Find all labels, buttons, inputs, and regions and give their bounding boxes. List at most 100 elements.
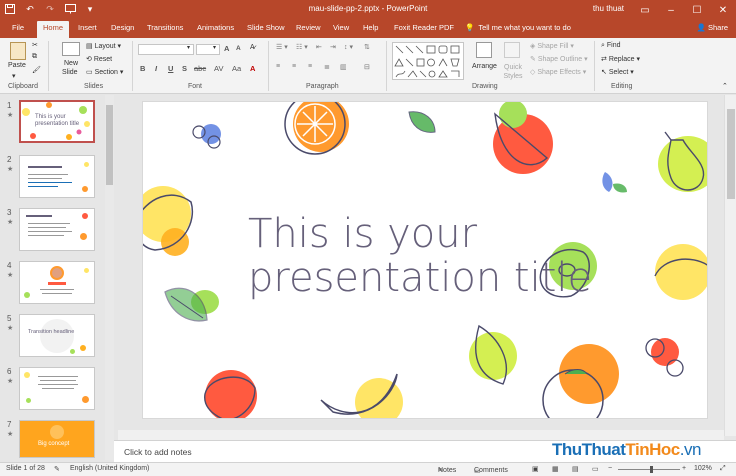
bullets-icon[interactable]: ☰ ▾	[276, 43, 288, 51]
font-name-input[interactable]	[138, 44, 194, 55]
collapse-ribbon-icon[interactable]: ⌃	[722, 82, 728, 90]
shape-outline-button[interactable]: ✎ Shape Outline ▾	[530, 55, 588, 63]
section-button[interactable]: ▭ Section ▾	[86, 68, 123, 76]
slide-vertical-scrollbar[interactable]	[724, 95, 736, 436]
line-spacing-icon[interactable]: ↕ ▾	[344, 43, 353, 51]
paste-icon[interactable]	[10, 42, 26, 60]
find-button[interactable]: ⌕ Find	[601, 42, 621, 50]
maximize-icon[interactable]: ☐	[684, 0, 710, 20]
zoom-level[interactable]: 102%	[694, 465, 712, 472]
font-color-button[interactable]: A	[250, 64, 255, 73]
tab-transitions[interactable]: Transitions	[147, 23, 183, 32]
close-icon[interactable]: ✕	[710, 0, 736, 20]
reset-button[interactable]: ⟲ Reset	[86, 55, 112, 63]
fit-slide-icon[interactable]: ⤢	[720, 465, 726, 473]
bold-button[interactable]: B	[140, 64, 145, 73]
font-size-input[interactable]	[196, 44, 220, 55]
effects-icon: ◇	[530, 69, 536, 76]
slide-thumbnail-5[interactable]: Transition headline	[19, 314, 95, 357]
lightbulb-icon: 💡	[465, 23, 475, 32]
tab-review[interactable]: Review	[296, 23, 321, 32]
arrange-icon[interactable]	[476, 42, 492, 58]
new-slide-label-1[interactable]: New	[64, 60, 78, 67]
select-button[interactable]: ↖ Select ▾	[601, 68, 634, 76]
paint-bucket-icon: ◈	[530, 43, 536, 50]
current-slide[interactable]: This is your presentation title	[142, 101, 708, 419]
shape-effects-button[interactable]: ◇ Shape Effects ▾	[530, 68, 586, 76]
new-slide-icon[interactable]	[62, 42, 80, 56]
text-direction-icon[interactable]: ⇅	[364, 43, 370, 51]
tab-home[interactable]: Home	[37, 21, 70, 38]
align-text-icon[interactable]: ⊟	[364, 63, 370, 71]
tab-foxit-reader-pdf[interactable]: Foxit Reader PDF	[394, 23, 454, 32]
zoom-slider-thumb[interactable]	[650, 466, 653, 473]
paste-button[interactable]: Paste	[8, 62, 26, 69]
arrange-button[interactable]: Arrange	[472, 63, 497, 70]
normal-view-icon[interactable]: ▣	[532, 465, 539, 473]
grow-font-button[interactable]: A	[224, 44, 229, 53]
tab-insert[interactable]: Insert	[78, 23, 97, 32]
paste-dropdown-icon[interactable]: ▾	[12, 72, 16, 80]
slide-thumbnail-4[interactable]	[19, 261, 95, 304]
tab-file[interactable]: File	[12, 23, 24, 32]
zoom-in-icon[interactable]: +	[682, 465, 686, 472]
slideshow-view-icon[interactable]: ▭	[592, 465, 599, 473]
tell-me-search[interactable]: 💡 Tell me what you want to do	[465, 23, 571, 32]
share-button[interactable]: 👤 Share	[697, 23, 728, 32]
tab-animations[interactable]: Animations	[197, 23, 234, 32]
shapes-gallery[interactable]	[392, 42, 464, 80]
columns-icon[interactable]: ▥	[340, 63, 347, 71]
thumbnails-scrollbar[interactable]	[105, 95, 114, 460]
slide-thumbnail-7[interactable]: Big concept	[19, 420, 95, 458]
slide-thumbnail-6[interactable]	[19, 367, 95, 410]
format-painter-icon[interactable]: 🖌	[32, 66, 41, 74]
shrink-font-button[interactable]: A	[236, 45, 241, 52]
quick-styles-button[interactable]: Quick Styles	[500, 63, 526, 81]
italic-button[interactable]: I	[155, 64, 157, 73]
slide-horizontal-scrollbar[interactable]	[118, 430, 724, 440]
zoom-slider[interactable]	[618, 469, 680, 470]
shape-fill-button[interactable]: ◈ Shape Fill ▾	[530, 42, 574, 50]
justify-icon[interactable]: ≣	[324, 63, 330, 71]
font-name-dropdown-icon[interactable]: ▾	[187, 44, 190, 51]
align-right-icon[interactable]: ≡	[308, 63, 312, 70]
transition-star-icon: ★	[7, 112, 14, 119]
slide-thumbnail-3[interactable]	[19, 208, 95, 251]
font-size-dropdown-icon[interactable]: ▾	[213, 44, 216, 51]
numbering-icon[interactable]: ☷ ▾	[296, 43, 308, 51]
slide-title-placeholder[interactable]: This is your presentation title	[248, 212, 592, 300]
align-left-icon[interactable]: ≡	[276, 63, 280, 70]
new-slide-label-2[interactable]: Slide	[62, 69, 78, 76]
align-center-icon[interactable]: ≡	[292, 63, 296, 70]
cut-icon[interactable]: ✂	[32, 41, 38, 49]
character-spacing-button[interactable]: AV	[214, 64, 223, 73]
language-indicator[interactable]: English (United Kingdom)	[70, 465, 149, 472]
quick-styles-icon[interactable]	[504, 42, 520, 58]
minimize-icon[interactable]: –	[658, 0, 684, 20]
shadow-button[interactable]: S	[182, 64, 187, 73]
tab-design[interactable]: Design	[111, 23, 134, 32]
clear-formatting-icon[interactable]: A̷	[250, 44, 255, 51]
zoom-out-icon[interactable]: −	[608, 465, 612, 472]
watermark-logo: ThuThuatTinHoc.vn	[552, 440, 701, 459]
ribbon-display-options-icon[interactable]: ▭	[632, 0, 658, 20]
slide-thumbnail-1[interactable]: This is your presentation title	[19, 100, 95, 143]
change-case-button[interactable]: Aa	[232, 64, 241, 73]
slide-thumbnail-2[interactable]	[19, 155, 95, 198]
strikethrough-button[interactable]: abc	[194, 64, 206, 73]
reading-view-icon[interactable]: ▤	[572, 465, 579, 473]
user-name[interactable]: thu thuat	[593, 4, 624, 13]
decrease-indent-icon[interactable]: ⇤	[316, 43, 322, 51]
tab-view[interactable]: View	[333, 23, 349, 32]
underline-button[interactable]: U	[168, 64, 173, 73]
copy-icon[interactable]: ⧉	[32, 53, 37, 61]
increase-indent-icon[interactable]: ⇥	[330, 43, 336, 51]
layout-button[interactable]: ▤ Layout ▾	[86, 42, 121, 50]
slide-scroll-thumb[interactable]	[727, 109, 735, 199]
tab-help[interactable]: Help	[363, 23, 378, 32]
thumbnails-scroll-thumb[interactable]	[106, 105, 113, 185]
slide-sorter-view-icon[interactable]: ▦	[552, 465, 559, 473]
replace-button[interactable]: ⇄ Replace ▾	[601, 55, 640, 63]
spelling-check-icon[interactable]: ✎	[54, 465, 60, 473]
tab-slide-show[interactable]: Slide Show	[247, 23, 285, 32]
